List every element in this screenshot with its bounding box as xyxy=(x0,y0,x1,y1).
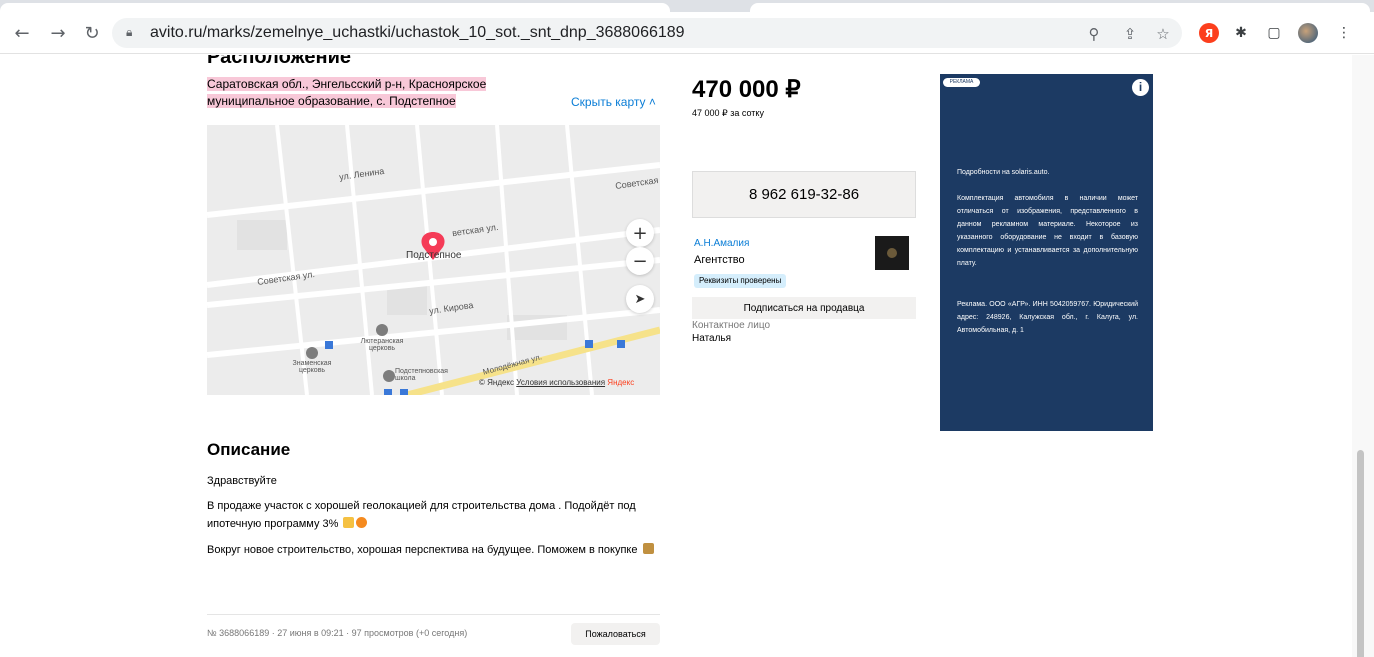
yandex-logo: Яндекс xyxy=(607,378,635,387)
tab-strip xyxy=(0,0,1374,12)
seller-avatar[interactable] xyxy=(875,236,909,270)
scrollbar[interactable] xyxy=(1352,55,1374,657)
ad-heading: Подробности на solaris.auto. xyxy=(957,169,1050,176)
description-title: Описание xyxy=(207,440,291,459)
description-greeting: Здравствуйте xyxy=(207,475,277,487)
info-icon[interactable]: i xyxy=(1132,79,1149,96)
page-content: Расположение Саратовская обл., Энгельсск… xyxy=(0,55,1352,657)
share-icon[interactable]: ⇪ xyxy=(1120,24,1140,44)
fire-emoji-icon xyxy=(356,517,368,528)
puzzle-icon[interactable]: ✱ xyxy=(1231,23,1251,43)
yandex-icon[interactable]: Я xyxy=(1199,23,1219,43)
description-text-1: В продаже участок с хорошей геолокацией … xyxy=(207,500,636,530)
reload-icon[interactable]: ↻ xyxy=(80,21,104,45)
map-terms-link[interactable]: Условия использования xyxy=(516,378,605,387)
browser-toolbar: ← → ↻ 🔒︎ avito.ru/marks/zemelnye_uchastk… xyxy=(0,12,1374,54)
description-paragraph-2: Вокруг новое строительство, хорошая перс… xyxy=(207,541,657,559)
ad-badge: РЕКЛАМА xyxy=(943,78,980,87)
description-paragraph-1: В продаже участок с хорошей геолокацией … xyxy=(207,497,657,533)
verified-badge: Реквизиты проверены xyxy=(694,274,787,288)
map[interactable]: ул. Ленина Советская ул. Советская ул. в… xyxy=(207,125,660,395)
map-copyright: © Яндекс xyxy=(479,378,515,387)
menu-dots-icon[interactable]: ⋮ xyxy=(1334,23,1354,43)
ok-hand-emoji-icon xyxy=(343,517,355,528)
lock-icon[interactable]: 🔒︎ xyxy=(126,25,138,39)
contact-label: Контактное лицо xyxy=(692,320,771,331)
zoom-out-icon[interactable]: − xyxy=(626,247,654,275)
ad-legal: Реклама. ООО «АГР». ИНН 5042059767. Юрид… xyxy=(957,301,1138,334)
description-text-2: Вокруг новое строительство, хорошая перс… xyxy=(207,544,638,556)
seller-type: Агентство xyxy=(694,254,745,266)
sidepanel-icon[interactable]: ▢ xyxy=(1264,23,1284,43)
zoom-in-icon[interactable]: + xyxy=(626,219,654,247)
report-button[interactable]: Пожаловаться xyxy=(571,623,660,645)
address-bar[interactable]: 🔒︎ avito.ru/marks/zemelnye_uchastki/ucha… xyxy=(112,18,1182,48)
map-label-znamenskaya: Знаменская церковь xyxy=(292,360,332,374)
map-label-lutheran: Лютеранская церковь xyxy=(360,338,404,352)
listing-meta: № 3688066189 · 27 июня в 09:21 · 97 прос… xyxy=(207,628,468,638)
section-title-location: Расположение xyxy=(207,55,352,68)
geolocation-icon[interactable]: ➤ xyxy=(626,285,654,313)
contact-name: Наталья xyxy=(692,333,732,344)
subscribe-button[interactable]: Подписаться на продавца xyxy=(692,297,916,319)
hide-map-link[interactable]: Скрыть карту ˄ xyxy=(571,95,656,109)
bookmark-star-icon[interactable]: ☆ xyxy=(1153,24,1173,44)
map-label-school: Подстепновская школа xyxy=(395,368,448,382)
tab-active-edge[interactable] xyxy=(0,3,670,12)
profile-avatar[interactable] xyxy=(1298,23,1318,43)
ad-banner[interactable]: РЕКЛАМА i Подробности на solaris.auto. К… xyxy=(940,74,1153,431)
forward-icon[interactable]: → xyxy=(46,21,70,45)
back-icon[interactable]: ← xyxy=(10,21,34,45)
handshake-emoji-icon xyxy=(642,543,654,554)
address-text: Саратовская обл., Энгельсский р-н, Красн… xyxy=(207,77,487,108)
price: 470 000 ₽ xyxy=(692,76,801,103)
map-label-town: Подстепное xyxy=(406,250,462,261)
address: Саратовская обл., Энгельсский р-н, Красн… xyxy=(207,76,489,110)
seller-name-link[interactable]: А.Н.Амалия xyxy=(694,238,749,249)
ad-body: Комплектация автомобиля в наличии может … xyxy=(957,195,1138,267)
divider xyxy=(207,614,660,615)
url-text[interactable]: avito.ru/marks/zemelnye_uchastki/uchasto… xyxy=(150,24,685,42)
phone-button[interactable]: 8 962 619-32-86 xyxy=(692,171,916,218)
map-footer: © Яндекс Условия использования Яндекс xyxy=(479,378,634,387)
tab-edge[interactable] xyxy=(750,3,1370,12)
scrollbar-thumb[interactable] xyxy=(1357,450,1364,657)
price-per-sotka: 47 000 ₽ за сотку xyxy=(692,108,764,118)
seller-logo-icon xyxy=(887,248,897,258)
zoom-icon[interactable]: ⚲ xyxy=(1084,24,1104,44)
